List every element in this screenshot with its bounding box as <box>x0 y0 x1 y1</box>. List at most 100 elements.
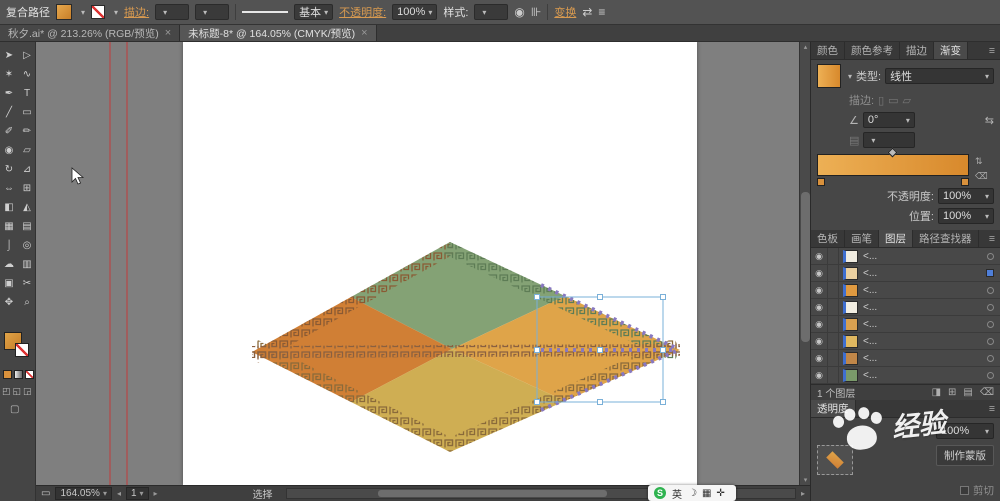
layer-lock-cell[interactable] <box>827 282 839 298</box>
gradient-swatch[interactable] <box>817 64 841 88</box>
pencil-tool[interactable]: ✏ <box>18 122 36 141</box>
layer-visibility-eye-icon[interactable]: ◉ <box>811 353 827 364</box>
mesh-tool[interactable]: ▦ <box>0 217 18 236</box>
sogou-logo-icon[interactable]: S <box>654 487 666 499</box>
stroke-weight-combo[interactable]: ▾ <box>155 4 190 20</box>
shuffle-icon[interactable]: ⇄ <box>582 5 592 19</box>
gradient-opacity-dropdown-icon[interactable]: ▾ <box>985 192 989 201</box>
line-segment-tool[interactable]: ╱ <box>0 103 18 122</box>
layer-name[interactable]: <... <box>863 302 987 313</box>
make-mask-button[interactable]: 制作蒙版 <box>936 445 994 466</box>
handle-w[interactable] <box>534 347 540 353</box>
style-dropdown-icon[interactable]: ▾ <box>482 8 486 17</box>
brush-dropdown-icon[interactable]: ▾ <box>324 8 328 17</box>
panel-menu-icon[interactable]: ≡ <box>984 230 1000 247</box>
scale-tool[interactable]: ⊿ <box>18 160 36 179</box>
handle-n[interactable] <box>597 294 603 300</box>
vertical-scrollbar[interactable]: ▴ ▾ <box>799 42 810 485</box>
layer-name[interactable]: <... <box>863 285 987 296</box>
clip-checkbox[interactable] <box>960 486 969 495</box>
zoom-combo[interactable]: 164.05% ▾ <box>55 487 112 500</box>
zoom-tool[interactable]: ⌕ <box>18 293 36 312</box>
free-transform-tool[interactable]: ⊞ <box>18 179 36 198</box>
tab-transparency[interactable]: 透明度 <box>811 400 856 417</box>
layer-target-circle[interactable] <box>987 303 994 311</box>
layer-lock-cell[interactable] <box>827 316 839 332</box>
layer-lock-cell[interactable] <box>827 333 839 349</box>
status-left-icon[interactable]: ▭ <box>41 488 50 499</box>
paintbrush-tool[interactable]: ✐ <box>0 122 18 141</box>
gradient-angle-dropdown-icon[interactable]: ▾ <box>906 116 910 125</box>
clip-checkbox-row[interactable]: 剪切 <box>960 483 994 498</box>
slice-tool[interactable]: ✂ <box>18 274 36 293</box>
tab-color[interactable]: 颜色 <box>811 42 845 59</box>
fill-color-swatch[interactable] <box>56 4 72 20</box>
transform-panel-link[interactable]: 变换 <box>554 4 576 20</box>
layer-row[interactable]: ◉ <... <box>811 350 1000 367</box>
gradient-location-dropdown-icon[interactable]: ▾ <box>985 212 989 221</box>
symbol-sprayer-tool[interactable]: ☁ <box>0 255 18 274</box>
document-tab-1-close-icon[interactable]: × <box>165 27 171 39</box>
gradient-location-combo[interactable]: 100% ▾ <box>938 208 994 224</box>
layer-row[interactable]: ◉ <... <box>811 316 1000 333</box>
fill-dropdown-icon[interactable]: ▾ <box>81 8 85 17</box>
screen-mode-icon[interactable]: ▢ <box>10 404 19 415</box>
align-icon[interactable]: ⊪ <box>531 5 541 19</box>
blend-tool[interactable]: ◎ <box>18 236 36 255</box>
opacity-combo[interactable]: 100% ▾ <box>392 4 438 20</box>
new-sublayer-icon[interactable]: ⊞ <box>948 387 956 398</box>
layer-target-circle[interactable] <box>987 252 994 260</box>
layer-lock-cell[interactable] <box>827 265 839 281</box>
ime-moon-icon[interactable]: ☽ <box>688 488 697 499</box>
layer-visibility-eye-icon[interactable]: ◉ <box>811 336 827 347</box>
layer-target-circle[interactable] <box>987 371 994 379</box>
toolbar-stroke-swatch[interactable] <box>15 343 29 357</box>
column-graph-tool[interactable]: ▥ <box>18 255 36 274</box>
variable-width-combo[interactable]: ▾ <box>195 4 230 20</box>
eraser-tool[interactable]: ▱ <box>18 141 36 160</box>
color-mode-button[interactable] <box>3 370 12 379</box>
delete-icon[interactable]: ⌫ <box>980 387 994 398</box>
tab-gradient[interactable]: 渐变 <box>934 42 968 59</box>
perspective-grid-tool[interactable]: ◭ <box>18 198 36 217</box>
opacity-panel-link[interactable]: 不透明度: <box>339 4 386 20</box>
handle-ne[interactable] <box>660 294 666 300</box>
gradient-stop-right[interactable] <box>961 178 969 186</box>
artboard-tool[interactable]: ▣ <box>0 274 18 293</box>
layer-row[interactable]: ◉ <... <box>811 299 1000 316</box>
transparency-object-thumbnail[interactable] <box>817 445 853 475</box>
ime-keyboard-icon[interactable]: ▦ <box>702 488 711 499</box>
transparency-opacity-combo[interactable]: 100% ▾ <box>936 423 994 439</box>
layer-lock-cell[interactable] <box>827 367 839 383</box>
handle-e[interactable] <box>660 347 666 353</box>
gradient-tool[interactable]: ▤ <box>18 217 36 236</box>
blob-brush-tool[interactable]: ◉ <box>0 141 18 160</box>
recolor-artwork-icon[interactable]: ◉ <box>514 5 524 19</box>
layer-selected-art-indicator[interactable] <box>986 269 994 277</box>
layer-thumbnail[interactable] <box>843 266 858 280</box>
document-tab-2-close-icon[interactable]: × <box>361 27 367 39</box>
ime-toolbox-icon[interactable]: ✛ <box>716 488 724 499</box>
lasso-tool[interactable]: ∿ <box>18 65 36 84</box>
brush-definition-combo[interactable]: 基本 ▾ <box>294 4 334 20</box>
handle-sw[interactable] <box>534 399 540 405</box>
clip-mask-icon[interactable]: ◨ <box>932 387 941 398</box>
handle-s[interactable] <box>597 399 603 405</box>
tab-layers[interactable]: 图层 <box>879 230 913 247</box>
layer-thumbnail[interactable] <box>843 283 858 297</box>
selection-tool[interactable]: ➤ <box>0 46 18 65</box>
ime-language-toggle[interactable]: 英 <box>672 486 682 501</box>
panel-menu-icon[interactable]: ≡ <box>984 42 1000 59</box>
handle-nw[interactable] <box>534 294 540 300</box>
stop-opacity-dropdown-icon[interactable]: ▾ <box>871 136 875 145</box>
layer-name[interactable]: <... <box>863 319 987 330</box>
tab-stroke[interactable]: 描边 <box>900 42 934 59</box>
layer-visibility-eye-icon[interactable]: ◉ <box>811 319 827 330</box>
width-tool[interactable]: ⇔ <box>0 179 18 198</box>
gradient-stop-opacity-combo[interactable]: ▾ <box>863 132 916 148</box>
none-mode-button[interactable] <box>25 370 34 379</box>
artboard-dropdown-icon[interactable]: ▾ <box>140 489 144 498</box>
variable-width-dropdown-icon[interactable]: ▾ <box>203 8 207 17</box>
tab-swatches[interactable]: 色板 <box>811 230 845 247</box>
layer-row[interactable]: ◉ <... <box>811 248 1000 265</box>
